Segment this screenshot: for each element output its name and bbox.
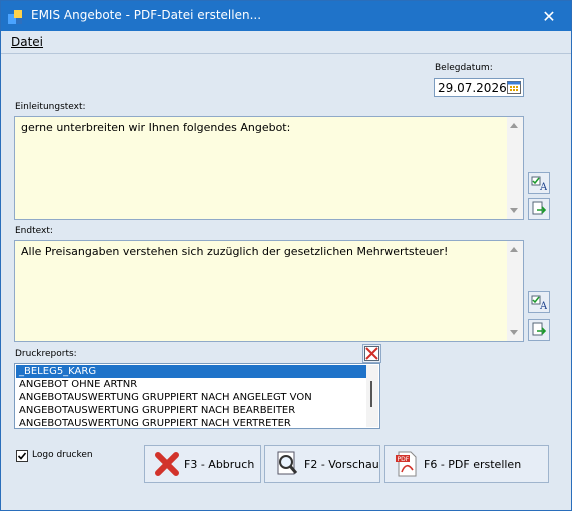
scroll-down-icon[interactable] (510, 330, 518, 335)
dialog-window: EMIS Angebote - PDF-Datei erstellen... ✕… (0, 0, 572, 511)
checkmark-icon (17, 452, 27, 460)
pdf-erstellen-label: F6 - PDF erstellen (424, 458, 522, 471)
window-title: EMIS Angebote - PDF-Datei erstellen... (31, 8, 262, 22)
calendar-icon[interactable] (507, 81, 521, 94)
endtext-format-button[interactable]: A (528, 291, 550, 313)
title-bar: EMIS Angebote - PDF-Datei erstellen... ✕ (1, 1, 571, 31)
vorschau-button[interactable]: F2 - Vorschau (264, 445, 380, 483)
abbruch-label: F3 - Abbruch (184, 458, 255, 471)
list-scrollbar[interactable] (366, 365, 378, 427)
scroll-thumb[interactable] (370, 381, 372, 407)
einleitung-label: Einleitungstext: (15, 102, 86, 112)
list-item[interactable]: ANGEBOT OHNE ARTNR (16, 378, 367, 391)
druckreports-list[interactable]: _BELEG5_KARG ANGEBOT OHNE ARTNR ANGEBOTA… (14, 363, 380, 429)
endtext-text: Alle Preisangaben verstehen sich zuzügli… (21, 245, 449, 258)
einleitung-textarea[interactable]: gerne unterbreiten wir Ihnen folgendes A… (14, 116, 524, 220)
endtext-scrollbar[interactable] (507, 241, 523, 341)
clear-report-button[interactable] (362, 344, 381, 363)
app-icon (8, 10, 22, 24)
abbruch-button[interactable]: F3 - Abbruch (144, 445, 261, 483)
endtext-textarea[interactable]: Alle Preisangaben verstehen sich zuzügli… (14, 240, 524, 342)
scroll-up-icon[interactable] (510, 123, 518, 128)
einleitung-scrollbar[interactable] (507, 117, 523, 219)
close-button[interactable]: ✕ (527, 1, 571, 31)
cancel-icon (155, 452, 179, 476)
insert-text-icon (532, 201, 547, 215)
list-item[interactable]: ANGEBOTAUSWERTUNG GRUPPIERT NACH BEARBEI… (16, 404, 367, 417)
svg-text:PDF: PDF (398, 456, 410, 463)
einleitung-text: gerne unterbreiten wir Ihnen folgendes A… (21, 121, 291, 134)
insert-text-icon (532, 322, 547, 336)
endtext-label: Endtext: (15, 226, 53, 236)
druckreports-label: Druckreports: (15, 349, 77, 359)
endtext-insert-button[interactable] (528, 319, 550, 341)
pdf-icon: PDF (396, 451, 417, 477)
delete-x-icon (364, 346, 379, 361)
belegdatum-label: Belegdatum: (435, 63, 493, 73)
svg-text:A: A (539, 301, 547, 310)
scroll-down-icon[interactable] (510, 208, 518, 213)
einleitung-insert-button[interactable] (528, 198, 550, 220)
text-format-icon: A (531, 176, 547, 191)
scroll-up-icon[interactable] (510, 247, 518, 252)
logo-label: Logo drucken (32, 450, 93, 460)
pdf-erstellen-button[interactable]: PDF F6 - PDF erstellen (384, 445, 549, 483)
close-icon: ✕ (542, 6, 556, 26)
list-item[interactable]: ANGEBOTAUSWERTUNG GRUPPIERT NACH VERTRET… (16, 417, 367, 428)
belegdatum-field[interactable]: 29.07.2026 (434, 78, 524, 97)
svg-text:A: A (539, 182, 547, 191)
belegdatum-value: 29.07.2026 (438, 81, 507, 95)
vorschau-label: F2 - Vorschau (304, 458, 379, 471)
preview-icon (277, 451, 298, 475)
logo-checkbox[interactable] (16, 450, 28, 462)
list-item[interactable]: ANGEBOTAUSWERTUNG GRUPPIERT NACH ANGELEG… (16, 391, 367, 404)
menu-bar: Datei (1, 31, 571, 54)
menu-datei[interactable]: Datei (11, 35, 43, 49)
list-item[interactable]: _BELEG5_KARG (16, 365, 367, 378)
text-format-icon: A (531, 295, 547, 310)
einleitung-format-button[interactable]: A (528, 172, 550, 194)
